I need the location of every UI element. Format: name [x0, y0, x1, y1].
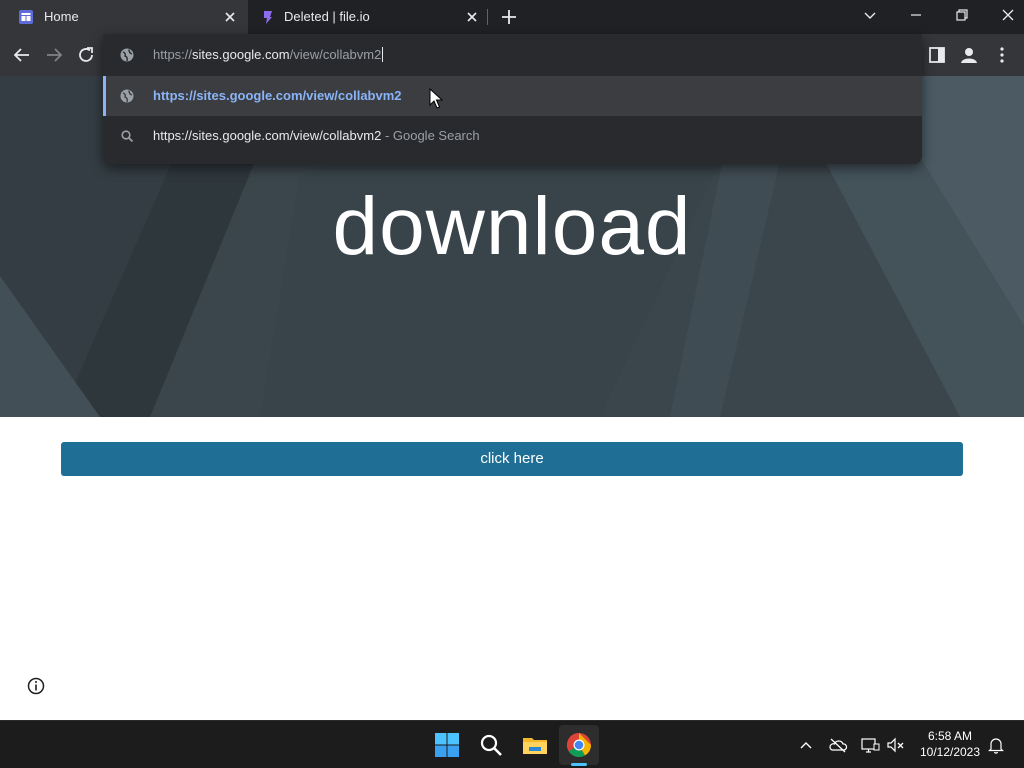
clock-time: 6:58 AM: [927, 729, 973, 743]
suggestion-query: https://sites.google.com/view/collabvm2: [153, 128, 382, 143]
suggestion-text: https://sites.google.com/view/collabvm2: [153, 88, 402, 103]
system-clock[interactable]: 6:58 AM 10/12/2023: [912, 728, 988, 760]
globe-icon: [120, 48, 134, 62]
new-tab-icon[interactable]: [498, 6, 520, 28]
globe-icon: [120, 89, 134, 103]
url-path: /view/collabvm2: [289, 47, 382, 62]
tab-title: Deleted | file.io: [284, 9, 370, 24]
side-panel-icon[interactable]: [926, 44, 948, 66]
tab-title: Home: [44, 9, 79, 24]
tab-fileio[interactable]: Deleted | file.io: [248, 0, 488, 34]
volume-muted-icon[interactable]: [886, 735, 906, 755]
network-icon[interactable]: [860, 735, 880, 755]
suggestion-selected-bar: [103, 76, 106, 116]
suggestion-text: https://sites.google.com/view/collabvm2 …: [153, 128, 480, 143]
window-controls: [834, 0, 1024, 30]
tab-search-icon[interactable]: [860, 5, 880, 25]
text-caret: [382, 47, 384, 62]
search-icon[interactable]: [477, 731, 505, 759]
chevron-up-icon[interactable]: [796, 735, 816, 755]
clock-date: 10/12/2023: [919, 745, 981, 759]
tab-strip: Home Deleted | file.io: [0, 0, 1024, 34]
notification-bell-icon[interactable]: [986, 735, 1006, 755]
taskbar: 6:58 AM 10/12/2023: [0, 720, 1024, 768]
tab-separator: [487, 9, 488, 25]
close-icon[interactable]: [462, 7, 482, 27]
address-bar[interactable]: https://sites.google.com/view/collabvm2: [103, 34, 922, 76]
suggestion-search[interactable]: https://sites.google.com/view/collabvm2 …: [103, 116, 922, 156]
fileio-icon: [264, 11, 272, 24]
suggestion-suffix: - Google Search: [381, 128, 480, 143]
chrome-icon[interactable]: [565, 731, 593, 759]
search-icon: [121, 130, 134, 143]
url-scheme: https://: [153, 47, 193, 62]
tab-home[interactable]: Home: [0, 0, 248, 34]
mouse-cursor-icon: [429, 88, 443, 109]
close-icon[interactable]: [220, 7, 240, 27]
file-explorer-icon[interactable]: [521, 731, 549, 759]
minimize-icon[interactable]: [906, 5, 926, 25]
web-page: download click here: [0, 76, 1024, 720]
info-icon[interactable]: [26, 676, 46, 696]
suggestion-url[interactable]: https://sites.google.com/view/collabvm2: [103, 76, 922, 116]
windows-start-icon[interactable]: [433, 731, 461, 759]
active-app-indicator: [571, 763, 587, 766]
omnibox-dropdown: https://sites.google.com/view/collabvm2 …: [103, 34, 922, 164]
forward-icon[interactable]: [43, 44, 65, 66]
menu-icon[interactable]: [991, 44, 1013, 66]
onedrive-offline-icon[interactable]: [828, 735, 848, 755]
sites-icon: [19, 10, 33, 24]
restore-icon[interactable]: [952, 5, 972, 25]
hero-title: download: [332, 181, 692, 272]
close-window-icon[interactable]: [998, 5, 1018, 25]
reload-icon[interactable]: [75, 44, 97, 66]
url-host: sites.google.com: [192, 47, 290, 62]
back-icon[interactable]: [11, 44, 33, 66]
address-input[interactable]: https://sites.google.com/view/collabvm2: [153, 47, 384, 62]
click-here-button[interactable]: click here: [61, 442, 963, 476]
profile-icon[interactable]: [958, 44, 980, 66]
